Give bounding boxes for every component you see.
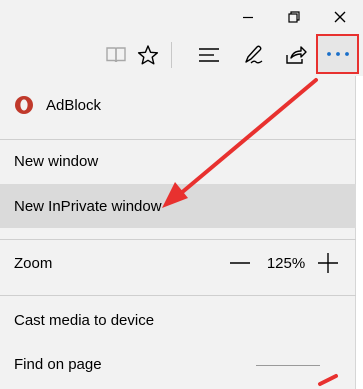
menu-divider <box>0 295 356 296</box>
menu-item-adblock[interactable]: AdBlock <box>0 82 356 128</box>
menu-item-label: New window <box>14 152 99 170</box>
menu-item-zoom: Zoom 125% <box>0 241 356 285</box>
more-actions-icon <box>326 52 349 56</box>
menu-item-cast-media[interactable]: Cast media to device <box>0 298 356 342</box>
add-favorites-button[interactable] <box>133 40 163 70</box>
menu-item-find-on-page[interactable]: Find on page <box>0 342 356 386</box>
browser-toolbar <box>0 34 363 76</box>
menu-item-label: New InPrivate window <box>14 197 162 215</box>
zoom-level: 125% <box>266 254 306 272</box>
web-note-button[interactable] <box>238 40 268 70</box>
hub-icon <box>199 48 219 62</box>
hub-button[interactable] <box>194 40 224 70</box>
restore-icon <box>288 11 300 23</box>
menu-item-new-inprivate-window[interactable]: New InPrivate window <box>0 184 356 228</box>
find-field-underline <box>256 365 320 366</box>
minimize-icon <box>243 16 253 19</box>
adblock-icon <box>15 96 33 114</box>
web-note-icon <box>245 45 263 64</box>
menu-item-label: Find on page <box>14 355 102 373</box>
minus-icon <box>230 262 250 264</box>
zoom-out-button[interactable] <box>228 241 252 285</box>
more-actions-menu: AdBlock New window New InPrivate window … <box>0 76 356 389</box>
reading-view-icon <box>106 47 126 63</box>
menu-divider <box>0 239 356 240</box>
favorites-star-icon <box>137 45 159 65</box>
share-icon <box>286 46 307 64</box>
close-button[interactable] <box>317 0 363 34</box>
close-icon <box>334 11 346 23</box>
zoom-label: Zoom <box>14 254 53 272</box>
minimize-button[interactable] <box>225 0 271 34</box>
menu-item-new-window[interactable]: New window <box>0 140 356 182</box>
title-bar <box>0 0 363 34</box>
reading-view-button[interactable] <box>101 40 131 70</box>
zoom-in-button[interactable] <box>316 241 340 285</box>
toolbar-divider <box>171 42 172 68</box>
share-button[interactable] <box>281 40 311 70</box>
plus-icon <box>318 253 338 273</box>
menu-item-label: Cast media to device <box>14 311 155 329</box>
more-actions-button[interactable] <box>316 34 359 74</box>
restore-button[interactable] <box>271 0 317 34</box>
